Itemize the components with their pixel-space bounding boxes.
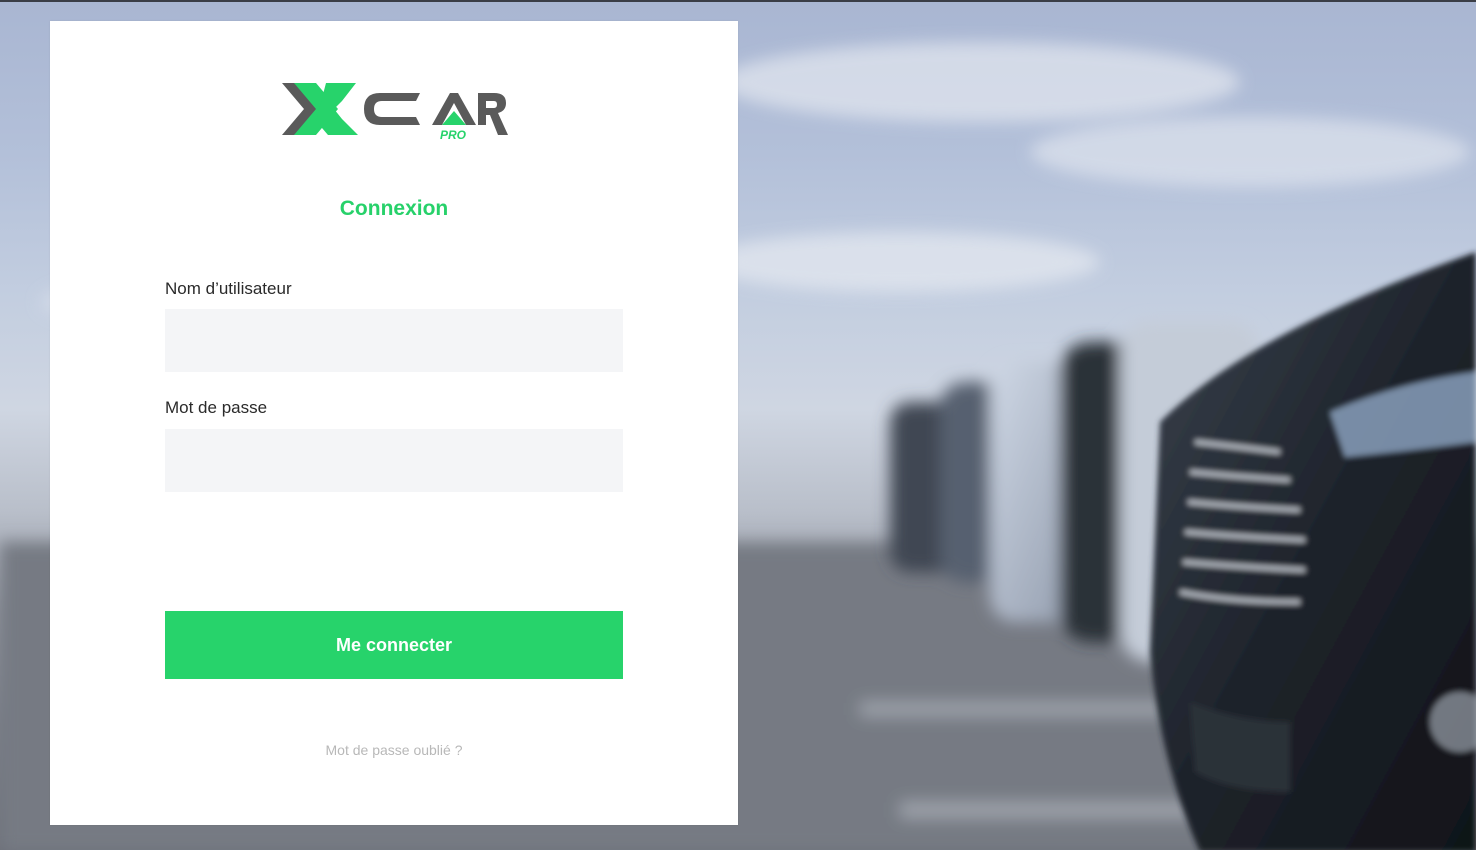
xcar-pro-logo: PRO (280, 81, 510, 142)
username-input[interactable] (165, 309, 623, 372)
login-card: PRO Connexion Nom d’utilisateur Mot de p… (50, 21, 738, 825)
logo-sub-text: PRO (440, 128, 467, 141)
page-title: Connexion (339, 197, 449, 220)
login-page: PRO Connexion Nom d’utilisateur Mot de p… (0, 0, 1476, 850)
username-label: Nom d’utilisateur (165, 279, 292, 298)
login-button[interactable]: Me connecter (165, 611, 623, 679)
password-input[interactable] (165, 429, 623, 492)
password-label: Mot de passe (165, 398, 268, 417)
forgot-password-link[interactable]: Mot de passe oublié ? (50, 742, 738, 758)
